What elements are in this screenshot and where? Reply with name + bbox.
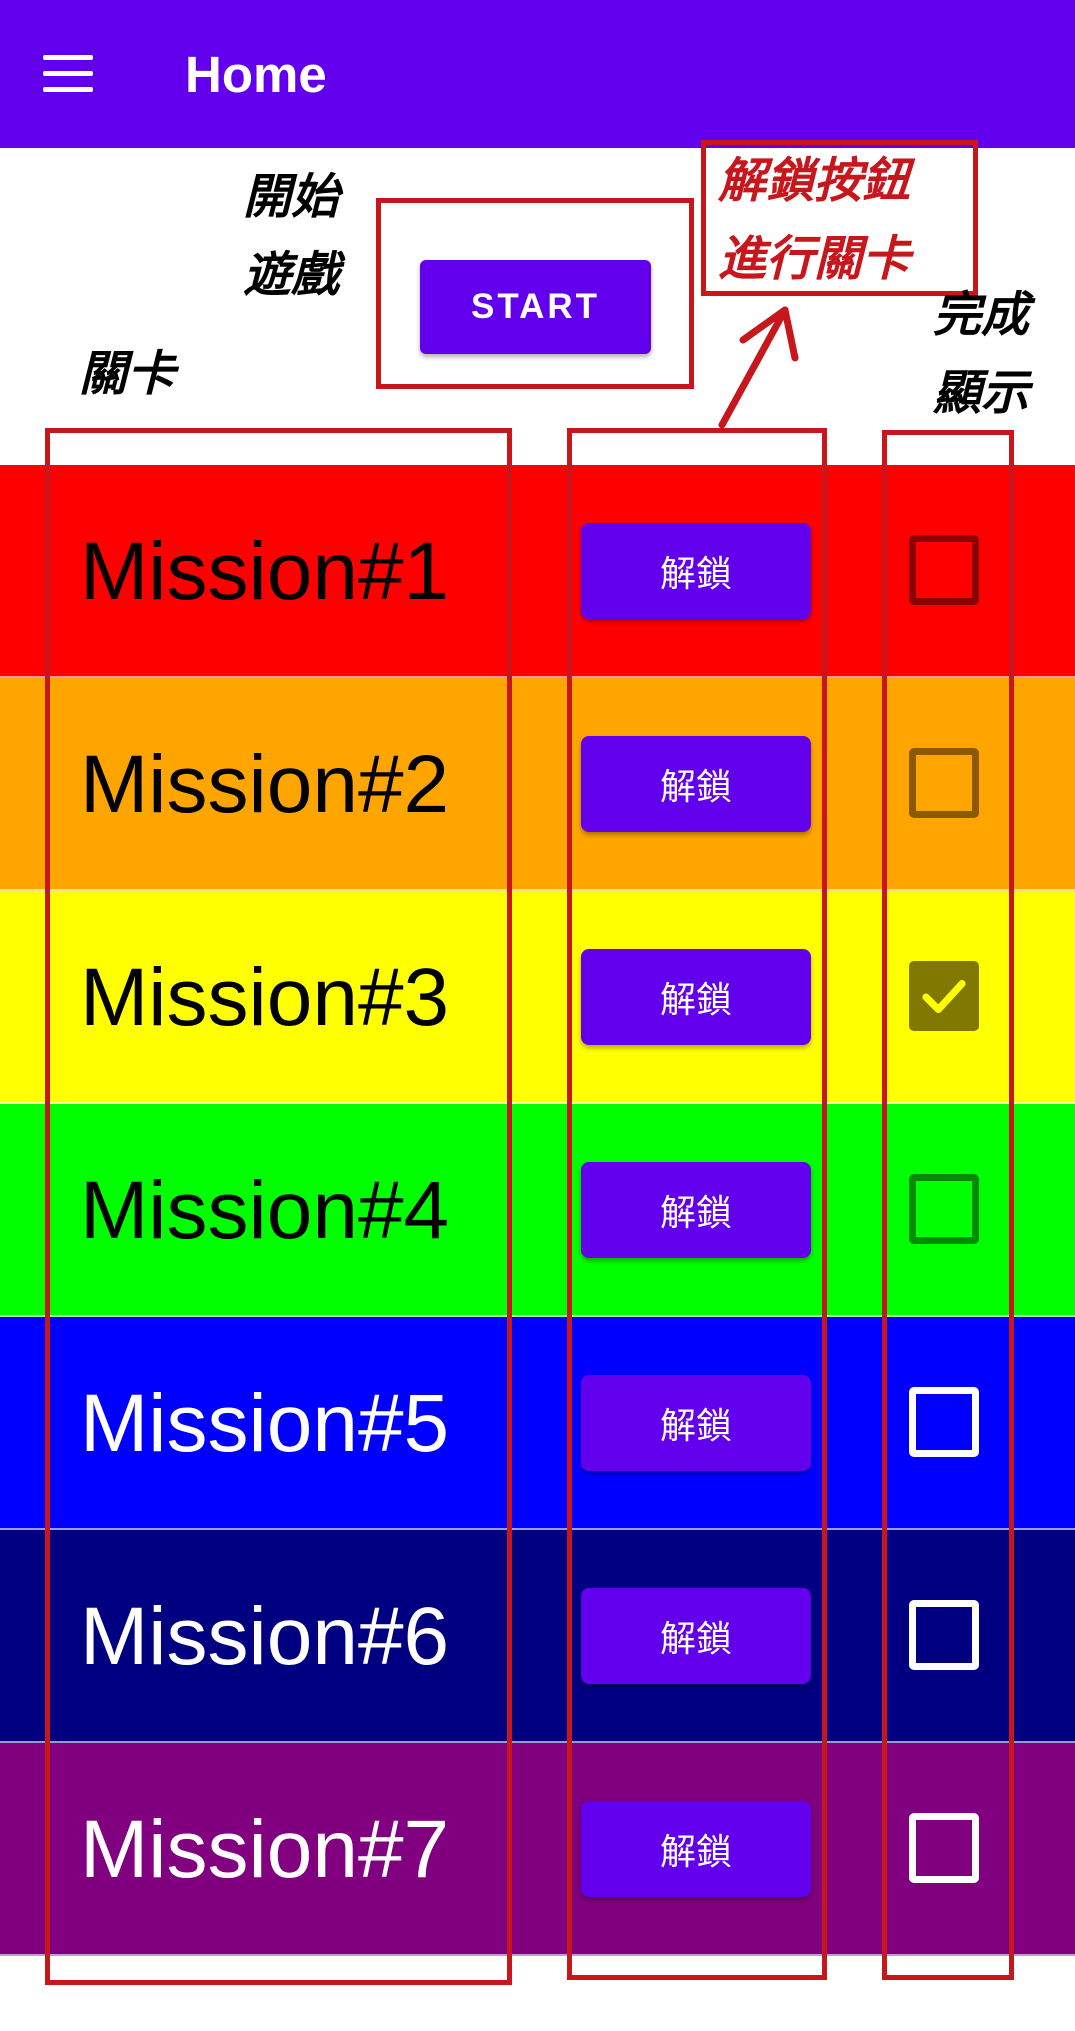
completed-column-frame bbox=[882, 430, 1014, 1980]
start-game-annotation: 開始 遊戲 bbox=[243, 169, 340, 303]
app-bar-title: Home bbox=[185, 46, 327, 103]
unlock-column-frame bbox=[567, 428, 827, 1980]
unlock-hint-annotation: 解鎖按鈕 進行關卡 bbox=[718, 153, 911, 287]
app-bar: Home bbox=[0, 0, 1075, 148]
hamburger-menu-icon[interactable] bbox=[43, 55, 93, 93]
start-button[interactable]: START bbox=[420, 260, 651, 354]
completed-annotation: 完成 顯示 bbox=[933, 287, 1030, 421]
levels-column-frame bbox=[45, 428, 512, 1985]
levels-annotation: 關卡 bbox=[79, 346, 176, 402]
